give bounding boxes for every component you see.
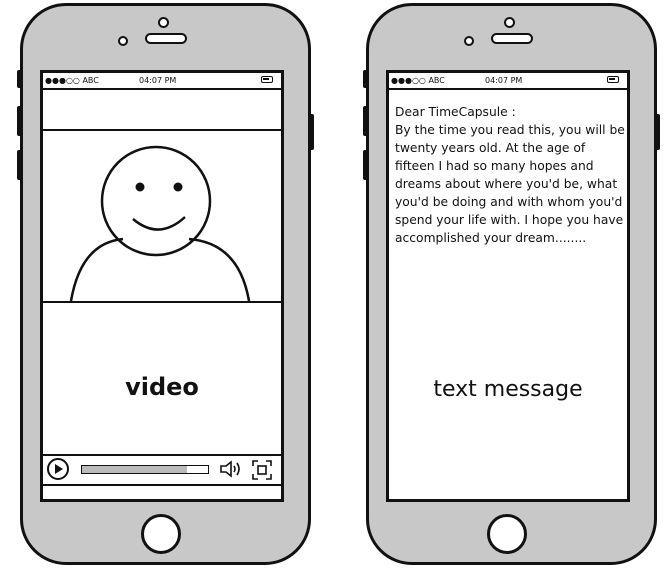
message-text: Dear TimeCapsule : By the time you read …: [395, 103, 625, 247]
fullscreen-icon[interactable]: [251, 459, 273, 481]
person-placeholder-icon: [69, 145, 251, 301]
home-button[interactable]: [487, 514, 527, 554]
volume-up-button: [363, 106, 368, 136]
video-progress-bar[interactable]: [81, 465, 209, 474]
text-message-label: text message: [433, 377, 583, 402]
mute-switch: [363, 70, 368, 88]
video-thumbnail[interactable]: [43, 131, 281, 303]
carrier-signal: ●●●○○ ABC: [391, 76, 445, 85]
progress-fill: [82, 466, 187, 473]
mute-switch: [17, 70, 22, 88]
battery-icon: [261, 76, 273, 83]
front-camera-icon: [504, 17, 515, 28]
sensor-icon: [464, 36, 474, 46]
speaker-grille: [491, 33, 533, 44]
phone-screen: ●●●○○ ABC 04:07 PM Dear TimeCapsule : By…: [386, 70, 630, 502]
phone-screen: ●●●○○ ABC 04:07 PM video: [40, 70, 284, 502]
power-button: [655, 114, 660, 150]
header-strip: [43, 90, 281, 131]
home-button[interactable]: [141, 514, 181, 554]
volume-icon[interactable]: [219, 460, 243, 478]
volume-up-button: [17, 106, 22, 136]
volume-down-button: [363, 150, 368, 180]
video-label: video: [125, 373, 199, 401]
status-time: 04:07 PM: [139, 76, 177, 85]
status-bar: ●●●○○ ABC 04:07 PM: [389, 73, 627, 90]
status-time: 04:07 PM: [485, 76, 523, 85]
message-body: By the time you read this, you will be t…: [395, 123, 625, 245]
message-greeting: Dear TimeCapsule :: [395, 105, 516, 119]
volume-down-button: [17, 150, 22, 180]
phone-mockup-text: ●●●○○ ABC 04:07 PM Dear TimeCapsule : By…: [363, 3, 660, 565]
battery-icon: [607, 76, 619, 83]
speaker-grille: [145, 33, 187, 44]
play-icon[interactable]: [47, 458, 69, 480]
front-camera-icon: [158, 17, 169, 28]
power-button: [309, 114, 314, 150]
status-bar: ●●●○○ ABC 04:07 PM: [43, 73, 281, 90]
phone-mockup-video: ●●●○○ ABC 04:07 PM video: [17, 3, 314, 565]
carrier-signal: ●●●○○ ABC: [45, 76, 99, 85]
sensor-icon: [118, 36, 128, 46]
video-player-controls: [43, 454, 281, 486]
